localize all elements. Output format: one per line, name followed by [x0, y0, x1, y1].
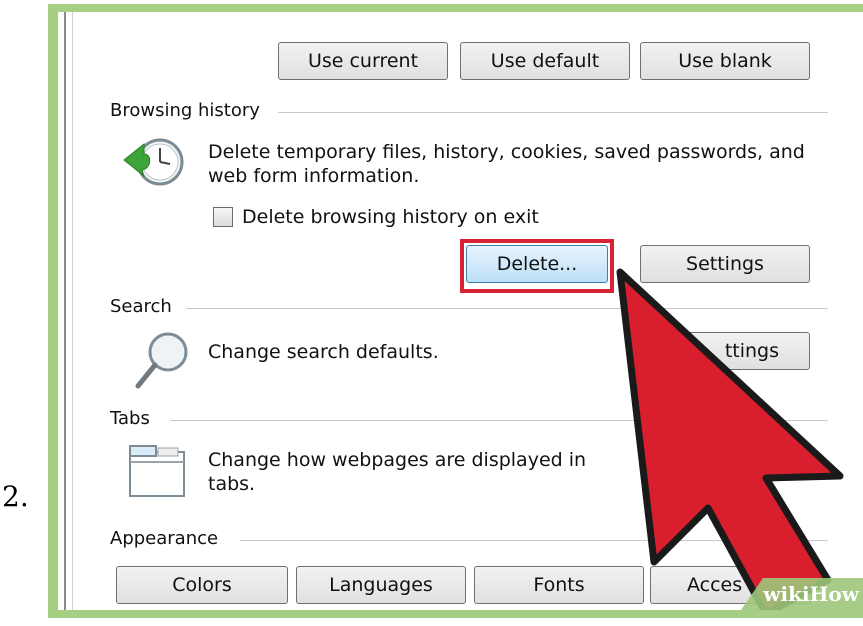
pointer-arrow-icon [616, 268, 844, 610]
screenshot-frame: Use current Use default Use blank Browsi… [48, 4, 863, 618]
dialog-left-inner-border [72, 12, 73, 610]
use-current-button[interactable]: Use current [278, 42, 448, 80]
section-divider [278, 112, 828, 113]
browsing-history-description-line1: Delete temporary files, history, cookies… [208, 141, 805, 163]
appearance-heading: Appearance [110, 528, 219, 549]
tabs-heading: Tabs [110, 408, 150, 429]
tabs-description-line1: Change how webpages are displayed in [208, 449, 587, 471]
search-heading: Search [110, 296, 172, 317]
internet-options-panel: Use current Use default Use blank Browsi… [58, 12, 863, 610]
use-blank-button[interactable]: Use blank [640, 42, 810, 80]
colors-button[interactable]: Colors [116, 566, 288, 604]
search-description: Change search defaults. [208, 341, 439, 363]
history-clock-icon [123, 138, 184, 186]
languages-button[interactable]: Languages [296, 566, 466, 604]
search-magnifier-icon [135, 332, 188, 389]
step-number: 2. [2, 480, 29, 513]
dialog-left-border [64, 12, 66, 610]
delete-on-exit-label: Delete browsing history on exit [242, 206, 539, 228]
browsing-history-description-line2: web form information. [208, 165, 420, 187]
browsing-history-heading: Browsing history [110, 100, 260, 121]
delete-highlight-box [460, 239, 614, 293]
tabs-description-line2: tabs. [208, 473, 256, 495]
wikihow-watermark: wikiHow [763, 582, 859, 606]
tabs-window-icon [129, 445, 185, 497]
delete-on-exit-checkbox[interactable] [213, 207, 233, 227]
use-default-button[interactable]: Use default [460, 42, 630, 80]
